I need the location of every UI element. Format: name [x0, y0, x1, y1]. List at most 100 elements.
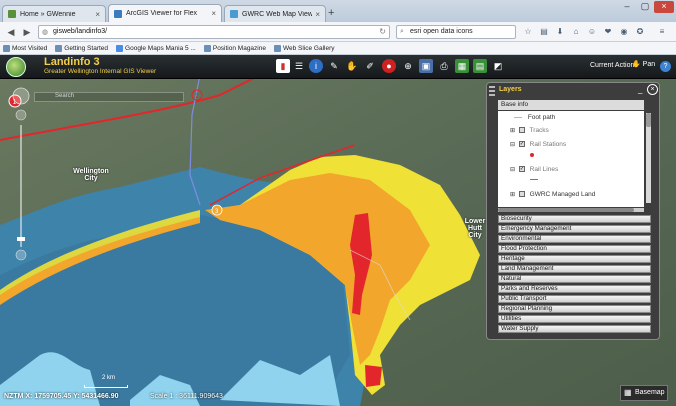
- search-input[interactable]: ⌕ esri open data icons: [396, 25, 516, 39]
- category-label: Flood Protection: [501, 245, 547, 252]
- category-emergency-management[interactable]: Emergency Management: [498, 225, 651, 233]
- category-natural[interactable]: Natural: [498, 275, 651, 283]
- map-search-hint: Search: [55, 93, 75, 99]
- download-icon[interactable]: ⬇: [554, 26, 566, 38]
- close-tab-icon[interactable]: ×: [95, 10, 100, 19]
- bookmark-page-icon: [203, 44, 211, 52]
- category-regional-planning[interactable]: Regional Planning: [498, 305, 651, 313]
- minimize-icon[interactable]: –: [620, 1, 634, 13]
- scale-bar-label: 2 km: [102, 375, 116, 381]
- expand-icon[interactable]: ⊞: [510, 192, 515, 198]
- pocket-icon[interactable]: ❤: [602, 26, 614, 38]
- zoom-slider-graphic: [12, 87, 30, 261]
- tab-arcgis-viewer[interactable]: ArcGIS Viewer for Flex ×: [108, 4, 222, 22]
- info-icon[interactable]: i: [309, 59, 323, 73]
- bookmark-page-icon: [116, 44, 124, 52]
- reload-icon[interactable]: ↻: [379, 27, 386, 36]
- pan-action[interactable]: ✋ Pan: [632, 60, 655, 68]
- category-label: Water Supply: [501, 325, 539, 332]
- hazard-red-zone: [365, 365, 382, 387]
- expand-icon[interactable]: ⊞: [510, 128, 515, 134]
- layer-list-icon[interactable]: ☰: [292, 59, 306, 73]
- layer-row-tracks[interactable]: ⊞ Tracks: [510, 127, 549, 134]
- category-biosecurity[interactable]: Biosecurity: [498, 215, 651, 223]
- base-info-header[interactable]: Base info: [498, 100, 644, 110]
- close-panel-icon[interactable]: ×: [647, 84, 658, 95]
- locate-icon[interactable]: ⊕: [401, 59, 415, 73]
- basemap-button[interactable]: ▦ Basemap: [620, 385, 668, 401]
- category-environmental[interactable]: Environmental: [498, 235, 651, 243]
- category-utilities[interactable]: Utilities: [498, 315, 651, 323]
- menu-icon[interactable]: ≡: [656, 26, 668, 38]
- tab-label: ArcGIS Viewer for Flex: [126, 10, 198, 17]
- measure-icon[interactable]: ✎: [327, 59, 341, 73]
- app-title: Landinfo 3: [44, 56, 100, 68]
- save-icon[interactable]: ▣: [419, 59, 433, 73]
- tracks-checkbox[interactable]: [518, 127, 525, 134]
- tab-favicon-icon: [230, 10, 238, 18]
- bookmark-web-slice-gallery[interactable]: Web Slice Gallery: [273, 44, 335, 52]
- category-flood-protection[interactable]: Flood Protection: [498, 245, 651, 253]
- forward-icon[interactable]: ▶: [20, 25, 34, 39]
- export-icon[interactable]: ▦: [455, 59, 469, 73]
- bookmark-most-visited[interactable]: Most Visited: [3, 44, 47, 52]
- chat-icon[interactable]: ☺: [586, 26, 598, 38]
- base-info-label: Base info: [501, 101, 529, 108]
- hand-tool-icon[interactable]: ✋: [345, 59, 359, 73]
- bookmark-google-maps-mania[interactable]: Google Maps Mania 5 ...: [116, 44, 196, 52]
- address-bar[interactable]: ◍ gisweb/landinfo3/ ↻: [38, 25, 390, 39]
- bookmark-tool-icon[interactable]: ▮: [276, 59, 290, 73]
- search-text: esri open data icons: [410, 28, 473, 35]
- category-public-transport[interactable]: Public Transport: [498, 295, 651, 303]
- collapse-icon[interactable]: ⊟: [510, 142, 515, 148]
- category-water-supply[interactable]: Water Supply: [498, 325, 651, 333]
- image-icon[interactable]: ◩: [491, 59, 505, 73]
- zoom-slider[interactable]: [12, 87, 30, 262]
- tab-label: Home » GWennie: [20, 10, 76, 18]
- category-parks-and-reserves[interactable]: Parks and Reserves: [498, 285, 651, 293]
- rail-lines-checkbox[interactable]: ✓: [518, 166, 525, 173]
- tab-home-gwennie[interactable]: Home » GWennie ×: [2, 5, 106, 22]
- help-icon[interactable]: ?: [660, 61, 671, 72]
- close-tab-icon[interactable]: ×: [211, 9, 216, 18]
- category-heritage[interactable]: Heritage: [498, 255, 651, 263]
- maximize-icon[interactable]: ▢: [638, 1, 652, 13]
- bookmark-position-magazine[interactable]: Position Magazine: [203, 44, 266, 52]
- bookmark-page-icon: [55, 44, 63, 52]
- layer-row-gwrc-managed-land[interactable]: ⊞ GWRC Managed Land: [510, 191, 595, 198]
- horizontal-scrollbar[interactable]: [498, 208, 644, 212]
- pan-label: Pan: [642, 61, 656, 68]
- sync-icon[interactable]: ✪: [634, 26, 646, 38]
- category-land-management[interactable]: Land Management: [498, 265, 651, 273]
- back-icon[interactable]: ◀: [4, 25, 18, 39]
- bookmark-folder-icon: [3, 44, 10, 52]
- minimize-panel-icon[interactable]: _: [638, 85, 642, 94]
- new-tab-button[interactable]: +: [328, 7, 334, 19]
- layer-row-rail-stations[interactable]: ⊟ ✓ Rail Stations: [510, 141, 566, 148]
- star-icon[interactable]: ☆: [522, 26, 534, 38]
- legend-foot-path-label: Foot path: [527, 114, 556, 121]
- draw-tool-icon[interactable]: ✐: [363, 59, 377, 73]
- bookmark-getting-started[interactable]: Getting Started: [55, 44, 108, 52]
- layer-gwrc-managed-land-label: GWRC Managed Land: [529, 191, 596, 198]
- print-icon[interactable]: ⎙: [437, 59, 451, 73]
- globe-icon: ◍: [42, 29, 49, 36]
- extension-icon[interactable]: ◉: [618, 26, 630, 38]
- basemap-icon: ▦: [624, 388, 632, 397]
- close-tab-icon[interactable]: ×: [315, 10, 320, 19]
- collapse-icon[interactable]: ⊟: [510, 167, 515, 173]
- category-label: Environmental: [501, 235, 542, 242]
- map-application: 1 2 3 Wellington City Lower Hutt City Se…: [0, 55, 676, 406]
- gwrc-logo-icon: [6, 57, 26, 77]
- tab-gwrc-web-map-viewer[interactable]: GWRC Web Map Viewer ×: [224, 5, 326, 22]
- vertical-scrollbar[interactable]: [646, 113, 651, 203]
- reading-list-icon[interactable]: ▤: [538, 26, 550, 38]
- home-icon[interactable]: ⌂: [570, 26, 582, 38]
- close-window-icon[interactable]: ×: [654, 1, 674, 13]
- layer-row-rail-lines[interactable]: ⊟ ✓ Rail Lines: [510, 166, 558, 173]
- gwrc-managed-land-checkbox[interactable]: [518, 191, 525, 198]
- stop-icon[interactable]: ●: [382, 59, 396, 73]
- map-search-box[interactable]: Search: [34, 92, 184, 102]
- spreadsheet-icon[interactable]: ▤: [473, 59, 487, 73]
- rail-stations-checkbox[interactable]: ✓: [518, 141, 525, 148]
